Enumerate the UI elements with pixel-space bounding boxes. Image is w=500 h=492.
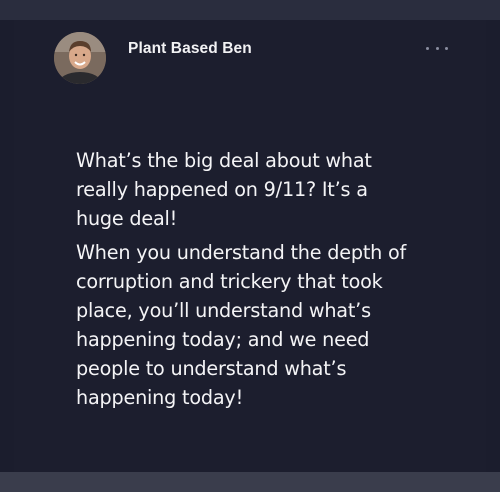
post-text: What’s the big deal about what really ha… xyxy=(76,146,456,412)
post-paragraph: What’s the big deal about what really ha… xyxy=(76,146,456,233)
text-line: What’s the big deal about what xyxy=(76,149,372,172)
text-line: happening today! xyxy=(76,386,244,409)
avatar[interactable] xyxy=(54,32,106,84)
text-line: When you understand the depth of xyxy=(76,241,407,264)
top-bar xyxy=(0,0,500,20)
text-line: really happened on 9/11? It’s a xyxy=(76,178,368,201)
post-screen: Plant Based Ben What’s the big deal abou… xyxy=(0,0,500,492)
text-line: huge deal! xyxy=(76,207,178,230)
avatar-image xyxy=(54,32,106,84)
author-name[interactable]: Plant Based Ben xyxy=(128,40,252,58)
text-line: place, you’ll understand what’s xyxy=(76,299,371,322)
text-line: corruption and trickery that took xyxy=(76,270,383,293)
bottom-bar xyxy=(0,472,500,492)
dot xyxy=(435,46,439,50)
post-paragraph: When you understand the depth of corrupt… xyxy=(76,238,456,412)
dot xyxy=(445,46,448,50)
text-line: people to understand what’s xyxy=(76,357,347,380)
dot xyxy=(426,46,429,50)
ellipsis-icon[interactable] xyxy=(426,43,448,53)
text-line: happening today; and we need xyxy=(76,328,370,351)
